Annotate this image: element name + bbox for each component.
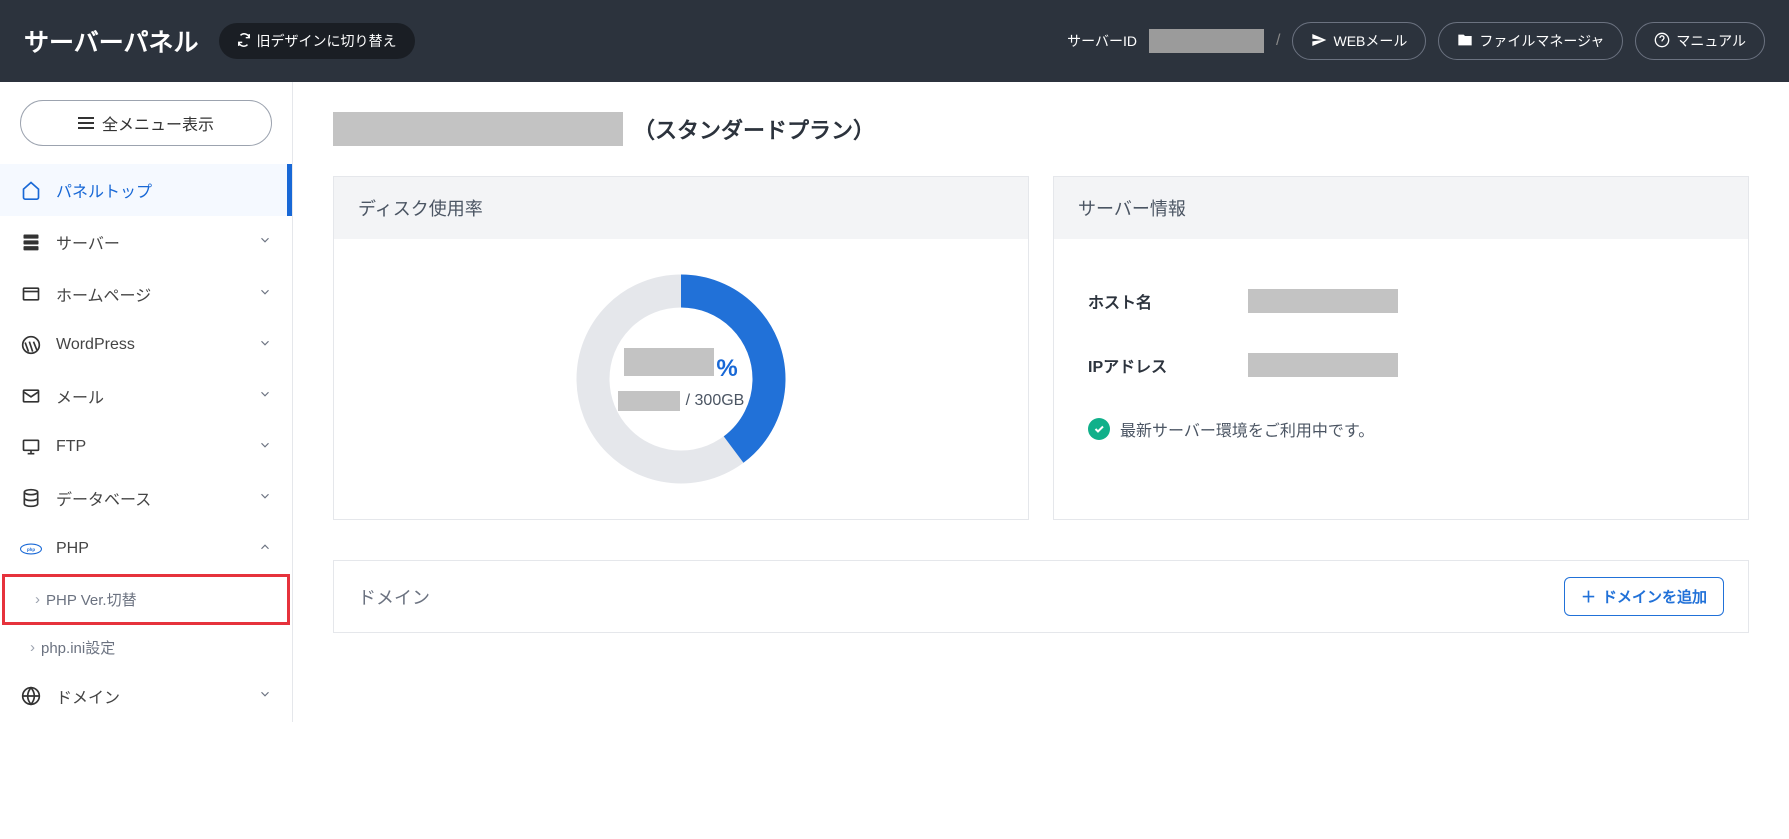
add-domain-button[interactable]: ＋ ドメインを追加 (1564, 577, 1724, 616)
sidebar-item-homepage[interactable]: ホームページ (0, 268, 292, 320)
domain-title: ドメイン (358, 584, 430, 610)
status-row: 最新サーバー環境をご利用中です。 (1078, 397, 1724, 461)
sidebar-item-database[interactable]: データベース (0, 472, 292, 524)
file-manager-label: ファイルマネージャ (1479, 31, 1604, 51)
status-text: 最新サーバー環境をご利用中です。 (1120, 417, 1374, 441)
php-icon: php (20, 538, 42, 560)
sidebar-sub-label: PHP Ver.切替 (46, 589, 137, 610)
all-menu-label: 全メニュー表示 (102, 111, 214, 135)
disk-used-redacted (618, 391, 680, 411)
page-title-row: （スタンダードプラン） (333, 112, 1749, 146)
disk-percent-redacted (624, 348, 714, 376)
monitor-icon (20, 436, 42, 458)
server-id-label: サーバーID (1067, 31, 1137, 51)
plan-name: （スタンダードプラン） (633, 113, 875, 145)
manual-label: マニュアル (1676, 31, 1746, 51)
percent-sign: % (716, 355, 737, 383)
sidebar-item-label: FTP (56, 438, 86, 456)
sidebar-sub-php-ver[interactable]: › PHP Ver.切替 (5, 577, 287, 622)
sidebar-item-panel-top[interactable]: パネルトップ (0, 164, 292, 216)
webmail-label: WEBメール (1333, 31, 1407, 51)
ip-row: IPアドレス (1078, 333, 1724, 397)
chevron-down-icon (258, 387, 272, 406)
sidebar-item-label: データベース (56, 486, 151, 510)
disk-usage-donut: % / 300GB (571, 269, 791, 489)
chevron-down-icon (258, 233, 272, 252)
sidebar-item-label: ホームページ (56, 282, 151, 306)
file-manager-button[interactable]: ファイルマネージャ (1438, 22, 1623, 60)
ip-value-redacted (1248, 353, 1398, 377)
host-label: ホスト名 (1088, 289, 1248, 313)
divider-slash: / (1276, 32, 1280, 50)
sidebar-item-domain[interactable]: ドメイン (0, 670, 292, 722)
sidebar-item-label: WordPress (56, 336, 135, 354)
server-info-card: サーバー情報 ホスト名 IPアドレス 最新サーバー環境をご利用中で (1053, 176, 1749, 520)
host-value-redacted (1248, 289, 1398, 313)
sidebar-item-php[interactable]: php PHP (0, 524, 292, 574)
wordpress-icon (20, 334, 42, 356)
server-id-value-redacted (1149, 29, 1264, 53)
window-icon (20, 283, 42, 305)
server-icon (20, 231, 42, 253)
all-menu-button[interactable]: 全メニュー表示 (20, 100, 272, 146)
sidebar-item-label: PHP (56, 540, 89, 558)
ip-label: IPアドレス (1088, 353, 1248, 377)
main-content: （スタンダードプラン） ディスク使用率 % (293, 82, 1789, 722)
sidebar-item-label: メール (56, 384, 104, 408)
chevron-up-icon (258, 540, 272, 559)
webmail-button[interactable]: WEBメール (1292, 22, 1426, 60)
home-icon (20, 179, 42, 201)
disk-total: / 300GB (686, 392, 745, 410)
mail-icon (20, 385, 42, 407)
server-name-redacted (333, 112, 623, 146)
database-icon (20, 487, 42, 509)
help-icon (1654, 32, 1670, 51)
sidebar-item-ftp[interactable]: FTP (0, 422, 292, 472)
info-card-title: サーバー情報 (1054, 177, 1748, 239)
old-design-label: 旧デザインに切り替え (257, 31, 397, 51)
manual-button[interactable]: マニュアル (1635, 22, 1765, 60)
sidebar-item-label: ドメイン (56, 684, 120, 708)
sidebar-sub-php-ini[interactable]: › php.ini設定 (0, 625, 292, 670)
svg-text:php: php (27, 547, 35, 552)
chevron-down-icon (258, 285, 272, 304)
add-domain-label: ドメインを追加 (1602, 586, 1707, 607)
chevron-right-icon: › (30, 639, 35, 656)
domain-section: ドメイン ＋ ドメインを追加 (333, 560, 1749, 633)
app-logo: サーバーパネル (24, 23, 199, 59)
highlighted-sub-item: › PHP Ver.切替 (2, 574, 290, 625)
folder-icon (1457, 32, 1473, 51)
plus-icon: ＋ (1581, 586, 1596, 607)
disk-usage-card: ディスク使用率 % (333, 176, 1029, 520)
chevron-down-icon (258, 489, 272, 508)
refresh-icon (237, 33, 251, 50)
chevron-down-icon (258, 438, 272, 457)
check-circle-icon (1088, 418, 1110, 440)
sidebar-item-label: サーバー (56, 230, 120, 254)
app-header: サーバーパネル 旧デザインに切り替え サーバーID / WEBメール ファイルマ… (0, 0, 1789, 82)
sidebar-item-wordpress[interactable]: WordPress (0, 320, 292, 370)
sidebar: 全メニュー表示 パネルトップ サーバー ホームページ WordPress メール (0, 82, 293, 722)
host-row: ホスト名 (1078, 269, 1724, 333)
disk-card-title: ディスク使用率 (334, 177, 1028, 239)
sidebar-sub-label: php.ini設定 (41, 637, 115, 658)
sidebar-item-mail[interactable]: メール (0, 370, 292, 422)
send-icon (1311, 32, 1327, 51)
sidebar-item-server[interactable]: サーバー (0, 216, 292, 268)
sidebar-item-label: パネルトップ (56, 178, 152, 202)
globe-icon (20, 685, 42, 707)
chevron-right-icon: › (35, 591, 40, 608)
chevron-down-icon (258, 687, 272, 706)
old-design-button[interactable]: 旧デザインに切り替え (219, 23, 415, 59)
chevron-down-icon (258, 336, 272, 355)
menu-icon (78, 117, 94, 129)
